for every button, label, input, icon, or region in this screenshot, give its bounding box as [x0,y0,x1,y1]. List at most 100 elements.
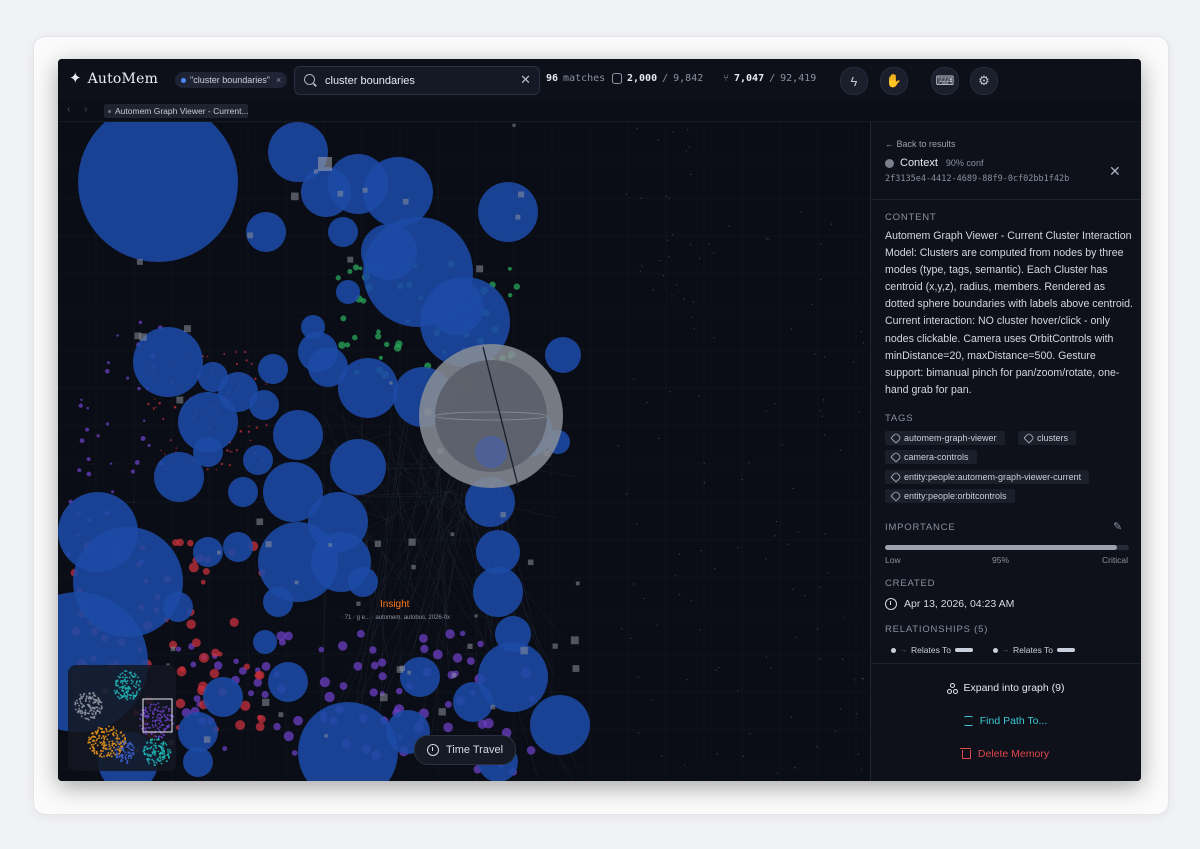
minimap-node [139,718,142,720]
minimap-node [97,729,99,731]
selected-node[interactable] [475,436,507,468]
minimap-node [135,683,138,685]
node-dot [353,661,363,671]
minimap-node [106,738,109,741]
minimap-node [132,697,135,700]
minimap-node [79,693,82,696]
close-icon[interactable]: ✕ [1109,163,1121,180]
back-arrow-icon[interactable]: ‹ [67,104,70,115]
search-input[interactable] [323,71,517,91]
star-dot [830,223,832,225]
minimap-node [160,716,162,719]
cluster-sphere [400,657,440,697]
nodes-shown: 2,000 [627,73,658,84]
tag-label: clusters [1037,433,1069,443]
tag[interactable]: automem-graph-viewer [885,431,1005,445]
relationship-item[interactable]: → Relates To [891,645,974,655]
importance-bar[interactable] [885,545,1129,550]
minimap-node [147,726,150,729]
tag[interactable]: entity:people:automem-graph-viewer-curre… [885,470,1090,484]
star-dot [633,378,635,380]
cluster-sphere [273,410,323,460]
importance-value: 95% [992,555,1010,565]
node-square [438,708,446,716]
slash-separator: / [769,73,776,84]
time-travel-button[interactable]: Time Travel [414,735,516,765]
node-square [476,265,484,273]
tag[interactable]: clusters [1018,431,1077,445]
node-dot [155,406,157,408]
graph-visualization[interactable] [58,122,869,781]
forward-arrow-icon[interactable]: › [84,104,87,115]
relationship-item[interactable]: → Relates To [993,645,1076,655]
minimap-node [137,684,140,687]
minimap-node [155,761,158,764]
minimap-node [161,756,163,758]
delete-memory-button[interactable]: Delete Memory [870,747,1141,760]
node-dot-icon [993,647,998,653]
minimap-node [139,680,141,683]
tab-memory[interactable]: Automem Graph Viewer - Current... [104,104,248,118]
graph-canvas[interactable]: Insight · 71 · g e... · automem, autobus… [58,122,869,781]
minimap-node [116,736,119,738]
cluster-sphere [473,567,523,617]
node-dot [444,700,452,708]
remove-chip-icon[interactable]: × [276,75,281,85]
minimap-node [94,713,97,716]
minimap-node [153,761,156,764]
pencil-icon[interactable]: ✎ [1113,520,1122,533]
minimap-node [122,680,125,683]
star-dot [713,568,716,570]
minimap-node [124,670,126,672]
node-square [262,698,270,707]
tag-icon [890,432,902,444]
star-dot [665,195,667,197]
minimap-node [96,706,99,709]
node-square [500,512,506,518]
minimap-node [89,696,91,699]
search-box[interactable]: ✕ [294,66,540,95]
star-dot [748,461,750,464]
minimap-node [126,692,128,694]
back-to-results-link[interactable]: ← Back to results [885,139,956,149]
settings-button[interactable]: ⚙ [970,67,998,95]
route-icon [963,716,973,726]
star-dot [774,535,776,537]
minimap-node [78,704,81,707]
minimap-node [83,705,85,707]
minimap-node [167,754,170,757]
keyboard-shortcuts-button[interactable]: ⌨ [931,67,959,95]
star-dot [715,669,717,671]
star-dot [636,127,638,129]
minimap-node [167,751,169,753]
expand-graph-action[interactable]: Expand into graph (9) [870,682,1141,694]
node-dot [193,695,201,703]
minimap-node [166,727,168,729]
minimap-node [145,710,147,713]
hand-gesture-button[interactable]: ✋ [880,67,908,95]
find-path-button[interactable]: Find Path To... [870,715,1141,727]
minimap-node [151,720,154,722]
minimap-node [123,734,125,736]
tag[interactable]: camera-controls [885,450,977,464]
cluster-sphere [330,439,386,495]
node-dot [191,638,201,648]
clear-search-icon[interactable]: ✕ [520,72,531,88]
minimap-node [123,692,126,695]
node-dot [356,629,365,638]
selected-node-highlight [419,344,563,488]
tag[interactable]: entity:people:orbitcontrols [885,489,1015,503]
star-dot [794,767,796,769]
node-square [518,191,525,198]
node-dot [319,677,330,688]
minimap-node [100,705,103,707]
minimap-visualization[interactable] [68,665,176,771]
filter-chip[interactable]: "cluster boundaries" × [175,72,288,88]
minimap[interactable] [68,665,176,771]
performance-button[interactable]: ϟ [840,67,868,95]
minimap-node [157,706,160,709]
star-dot [718,666,720,669]
minimap-node [168,710,170,712]
node-dot [419,633,428,643]
node-dot [507,266,512,271]
